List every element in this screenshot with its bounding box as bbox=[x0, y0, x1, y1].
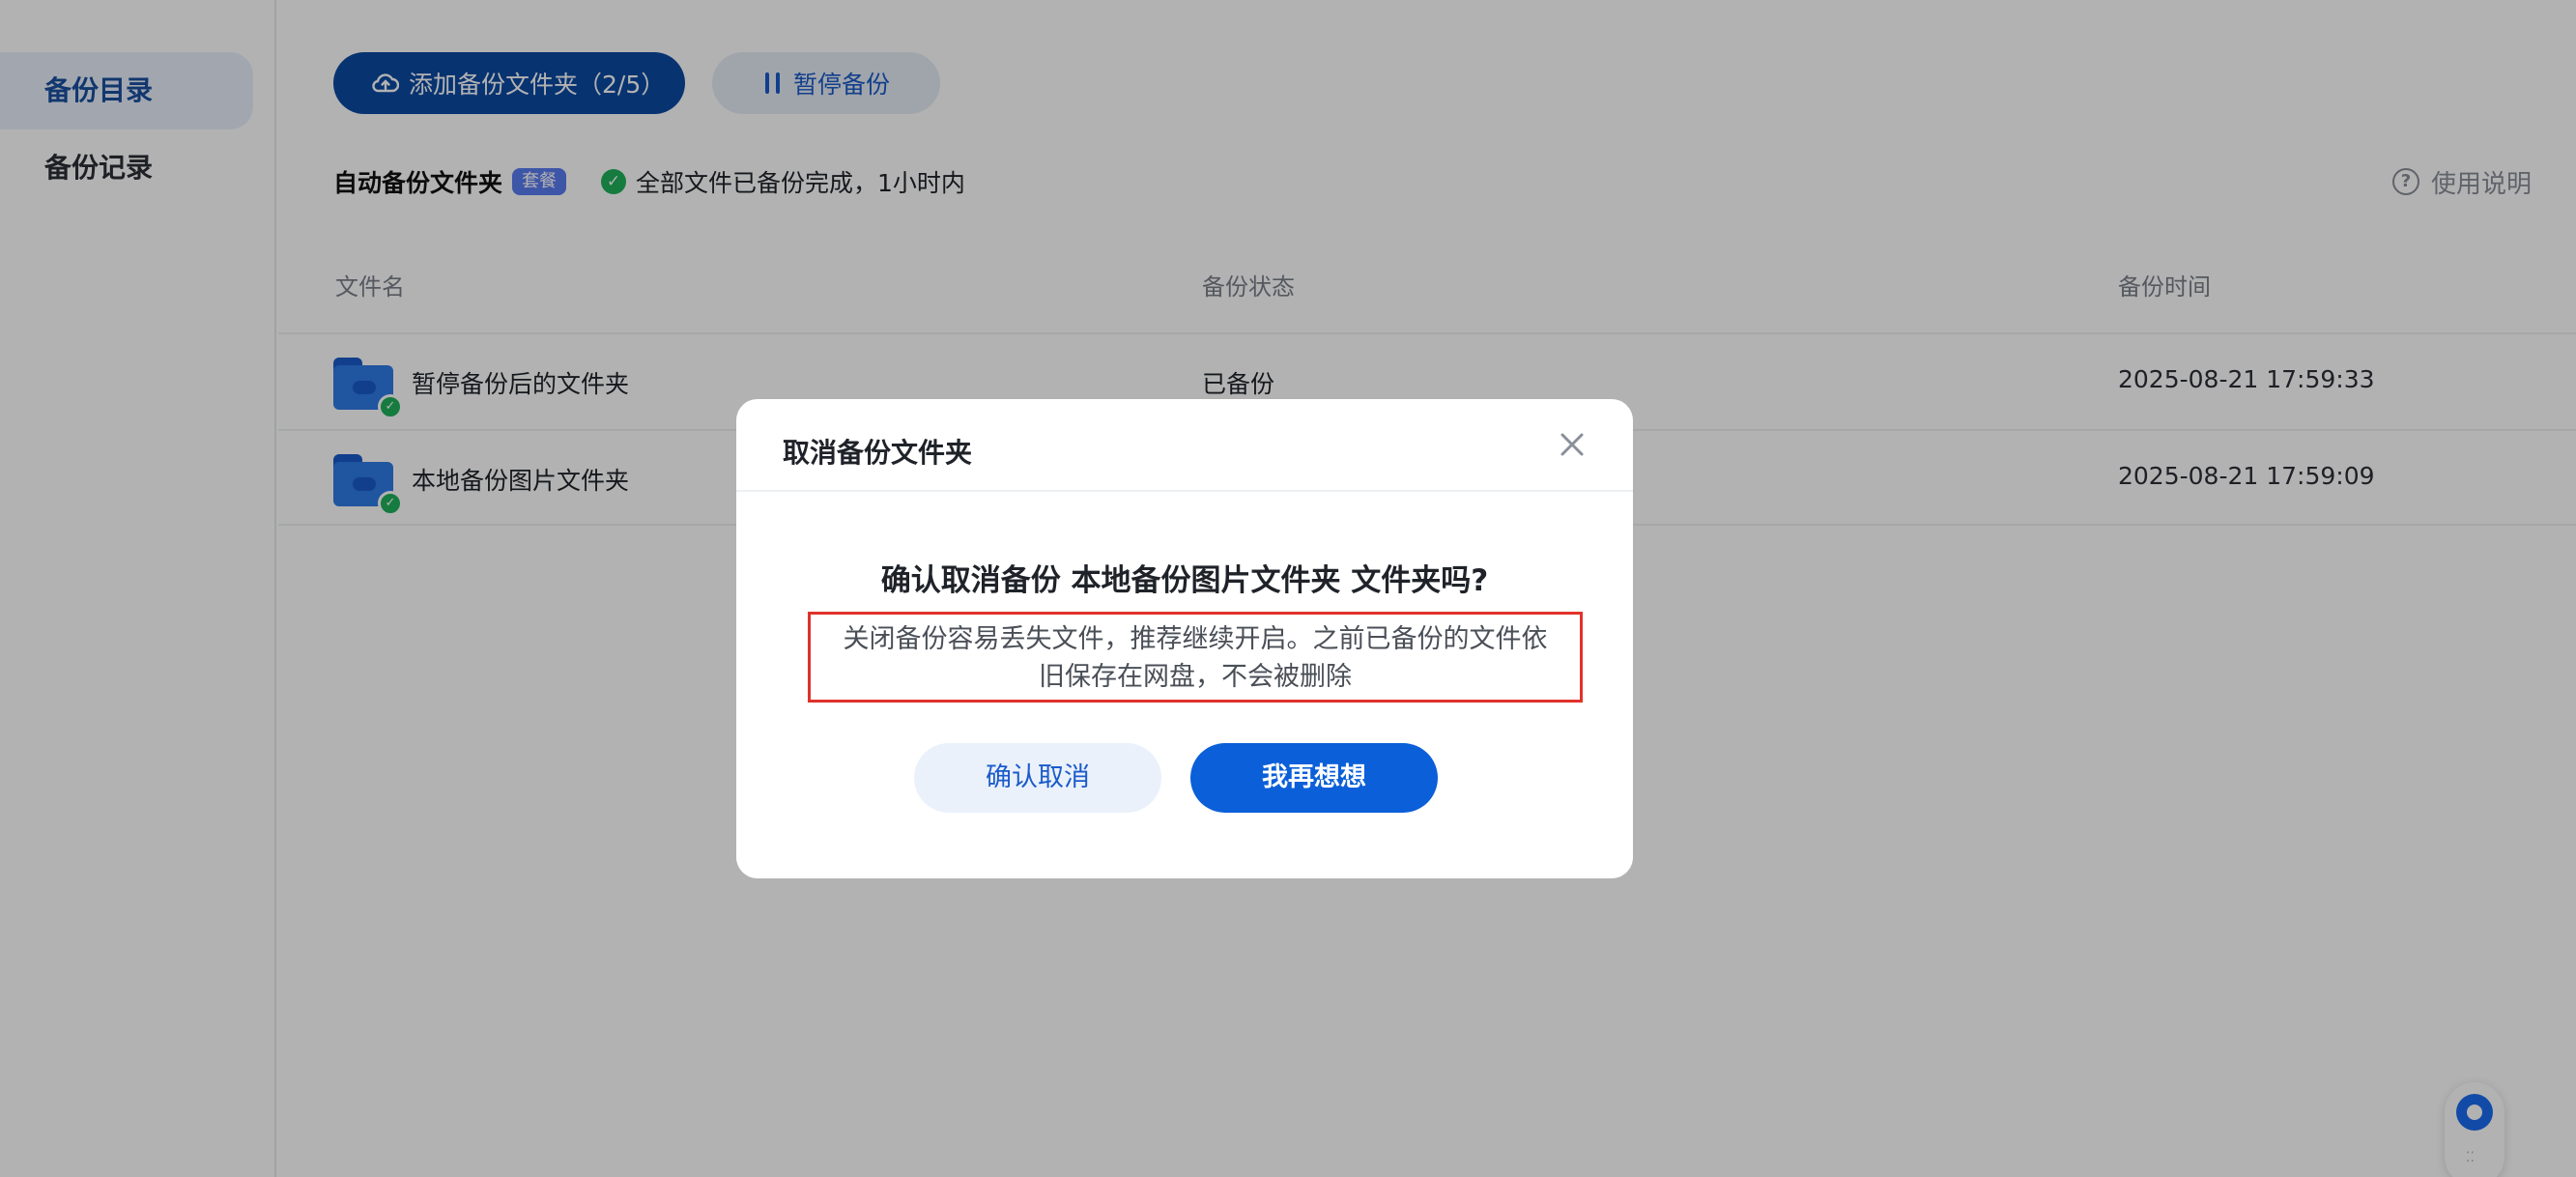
dialog-header: 取消备份文件夹 bbox=[736, 399, 1633, 492]
rethink-button[interactable]: 我再想想 bbox=[1190, 743, 1438, 813]
app-window: 备份目录 备份记录 添加备份文件夹（2/5） 暂停备份 自动备份文件夹 套餐 ✓… bbox=[0, 0, 2576, 1177]
dialog-question: 确认取消备份 本地备份图片文件夹 文件夹吗? bbox=[880, 563, 1489, 598]
cancel-backup-dialog: 取消备份文件夹 确认取消备份 本地备份图片文件夹 文件夹吗? 关闭备份容易丢失文… bbox=[736, 399, 1633, 878]
confirm-cancel-button[interactable]: 确认取消 bbox=[914, 743, 1161, 813]
dialog-note-line: 关闭备份容易丢失文件，推荐继续开启。之前已备份的文件依 bbox=[843, 624, 1548, 654]
dialog-title: 取消备份文件夹 bbox=[783, 437, 973, 469]
dialog-note-line: 旧保存在网盘，不会被删除 bbox=[1039, 662, 1352, 692]
dialog-note: 关闭备份容易丢失文件，推荐继续开启。之前已备份的文件依 旧保存在网盘，不会被删除 bbox=[808, 612, 1583, 703]
modal-overlay[interactable]: 取消备份文件夹 确认取消备份 本地备份图片文件夹 文件夹吗? 关闭备份容易丢失文… bbox=[0, 0, 2576, 1177]
close-icon[interactable] bbox=[1558, 430, 1587, 459]
